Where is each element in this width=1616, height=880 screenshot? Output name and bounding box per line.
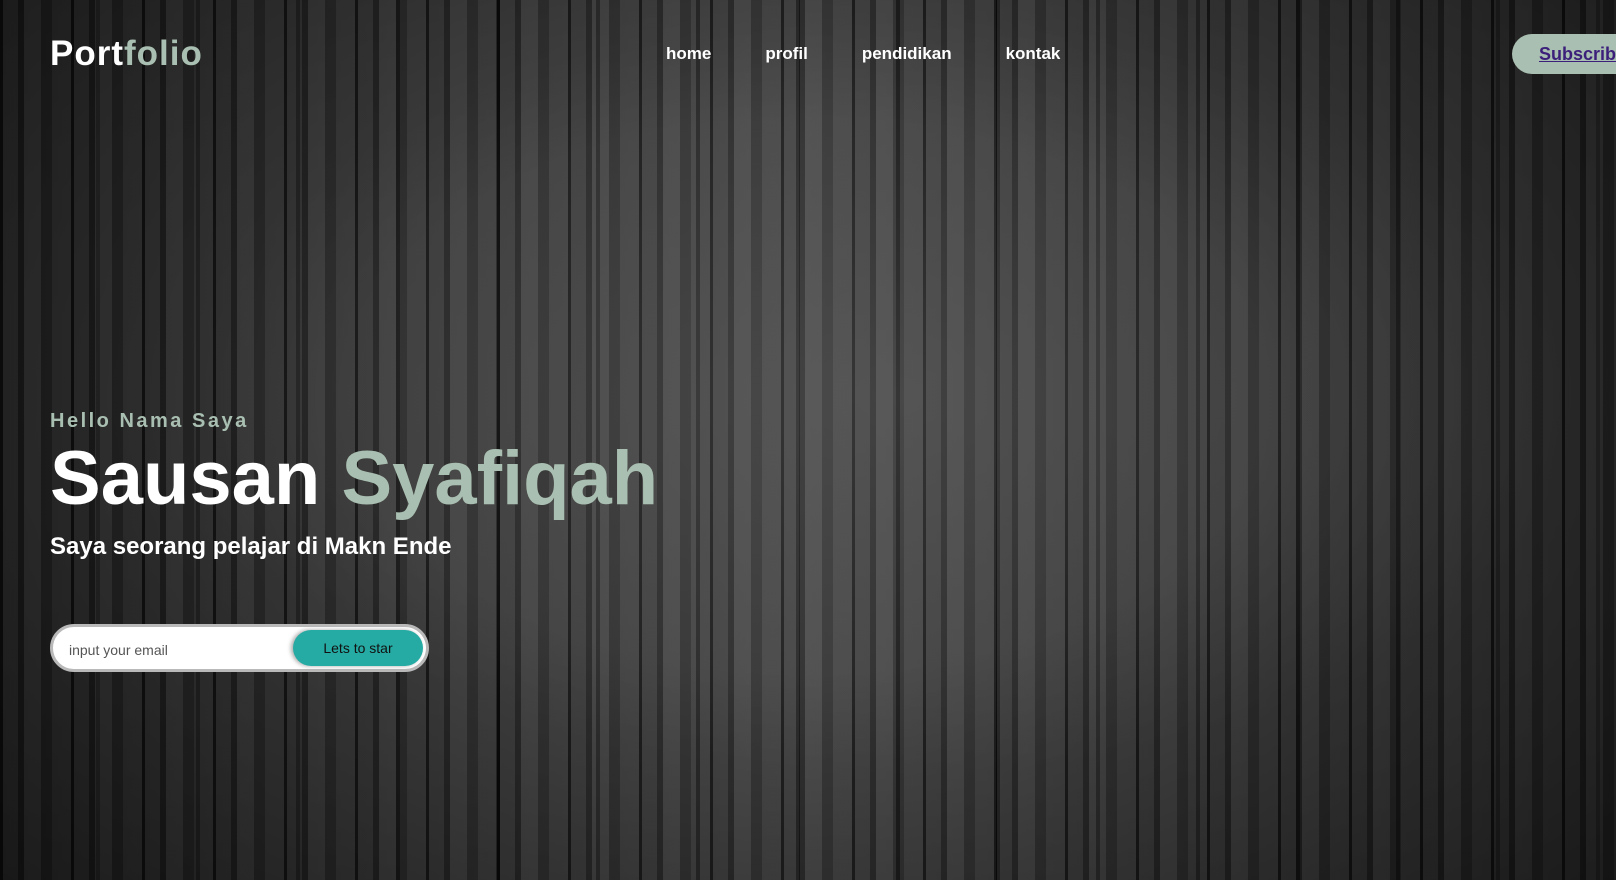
- nav-link-home[interactable]: home: [666, 44, 711, 64]
- nav-links: home profil pendidikan kontak: [666, 44, 1114, 64]
- logo-part-2: folio: [124, 34, 203, 73]
- nav-link-profil[interactable]: profil: [765, 44, 808, 64]
- page-background: Portfolio home profil pendidikan kontak …: [0, 0, 1616, 880]
- nav-item-kontak: kontak: [1006, 44, 1115, 64]
- hero-section: Hello Nama Saya Sausan Syafiqah Saya seo…: [50, 410, 658, 561]
- nav-link-kontak[interactable]: kontak: [1006, 44, 1061, 64]
- nav-item-pendidikan: pendidikan: [862, 44, 1006, 64]
- subscribe-link[interactable]: Subscribe: [1539, 44, 1616, 65]
- start-button[interactable]: Lets to star: [293, 630, 423, 666]
- hero-name: Sausan Syafiqah: [50, 441, 658, 517]
- navbar: Portfolio home profil pendidikan kontak …: [0, 0, 1616, 110]
- subscribe-button[interactable]: Subscribe: [1512, 34, 1616, 74]
- logo-part-1: Port: [50, 34, 124, 73]
- email-input[interactable]: [67, 637, 291, 663]
- nav-link-pendidikan[interactable]: pendidikan: [862, 44, 952, 64]
- hero-greeting: Hello Nama Saya: [50, 410, 249, 432]
- hero-tagline: Saya seorang pelajar di Makn Ende: [50, 533, 452, 560]
- nav-item-profil: profil: [765, 44, 862, 64]
- nav-item-home: home: [666, 44, 765, 64]
- hero-last-name: Syafiqah: [341, 436, 659, 521]
- hero-first-name: Sausan: [50, 436, 321, 521]
- site-logo[interactable]: Portfolio: [50, 34, 203, 74]
- email-signup-form: Lets to star: [50, 624, 429, 672]
